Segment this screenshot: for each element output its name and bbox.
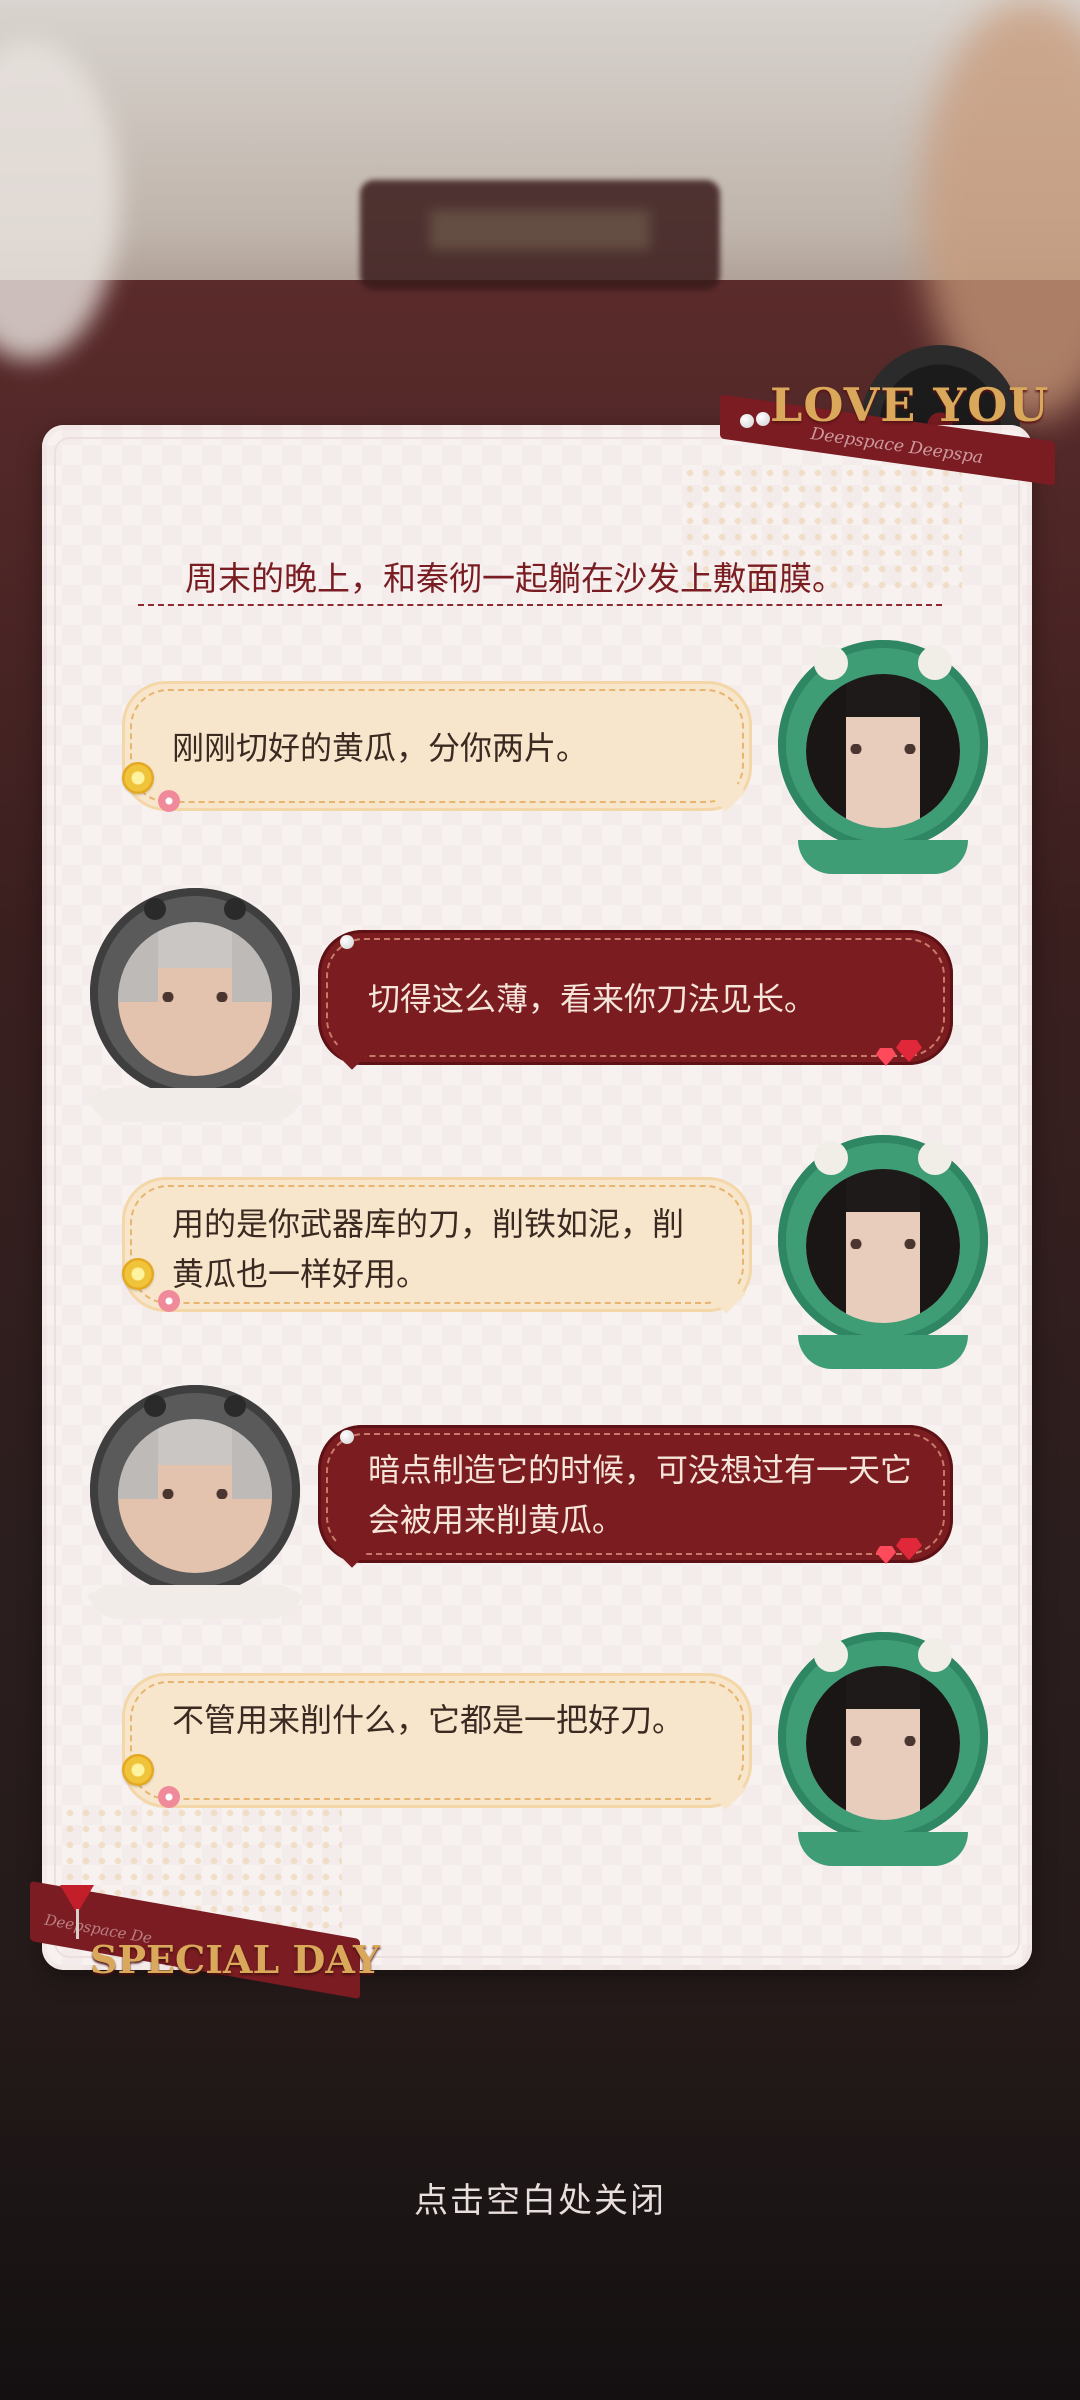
avatar-hair: [920, 674, 960, 828]
message-bubble-him: 暗点制造它的时候，可没想过有一天它会被用来削黄瓜。: [318, 1425, 953, 1563]
ribbon-title: LOVE YOU: [770, 378, 1050, 432]
hood-eye-icon: [224, 898, 246, 920]
avatar-face: [806, 1169, 960, 1323]
letter-header: 周末的晚上，和秦彻一起躺在沙发上敷面膜。: [185, 559, 845, 598]
ribbon-title: SPECIAL DAY: [90, 1937, 381, 1982]
message-text: 刚刚切好的黄瓜，分你两片。: [172, 729, 589, 767]
avatar-him: [86, 1385, 304, 1619]
avatar-eyes: [158, 992, 232, 1002]
pearl-icon: [756, 412, 770, 426]
coin-badge-icon: [122, 1754, 154, 1786]
pearl-icon: [340, 935, 354, 949]
message-text: 暗点制造它的时候，可没想过有一天它会被用来削黄瓜。: [368, 1451, 913, 1539]
flower-badge-icon: [158, 790, 180, 812]
love-you-ribbon: Deepspace Deepspa LOVE YOU: [700, 378, 1055, 488]
avatar-hair: [232, 922, 272, 1002]
hood-collar: [86, 1088, 304, 1122]
avatar-face: [806, 1666, 960, 1820]
avatar-hair: [118, 1419, 158, 1499]
coin-badge-icon: [122, 762, 154, 794]
hood-collar: [798, 1335, 968, 1369]
avatar-her: [778, 640, 988, 874]
avatar-face: [118, 1419, 272, 1573]
flower-badge-icon: [158, 1290, 180, 1312]
message-text: 切得这么薄，看来你刀法见长。: [368, 980, 817, 1018]
avatar-hair: [806, 674, 846, 828]
hood-eye-icon: [224, 1395, 246, 1417]
background-sign-text: [430, 210, 650, 250]
avatar-eyes: [846, 1239, 920, 1249]
close-hint[interactable]: 点击空白处关闭: [0, 2173, 1080, 2222]
avatar-eyes: [846, 1736, 920, 1746]
avatar-hair: [806, 1169, 846, 1323]
avatar-eyes: [158, 1489, 232, 1499]
header-divider: [138, 604, 942, 606]
avatar-hair: [806, 1666, 846, 1820]
message-bubble-her: 刚刚切好的黄瓜，分你两片。: [122, 681, 752, 811]
pearl-icon: [340, 1430, 354, 1444]
avatar-hair: [920, 1169, 960, 1323]
hood-collar: [86, 1585, 304, 1619]
message-text: 用的是你武器库的刀，削铁如泥，削黄瓜也一样好用。: [172, 1205, 685, 1293]
hood-eye-icon: [144, 898, 166, 920]
avatar-him: [86, 888, 304, 1122]
glass-stem: [76, 1909, 79, 1939]
cocktail-glass-icon: [60, 1885, 94, 1945]
message-text: 不管用来削什么，它都是一把好刀。: [172, 1701, 685, 1739]
message-bubble-him: 切得这么薄，看来你刀法见长。: [318, 930, 953, 1065]
hood-eye-icon: [144, 1395, 166, 1417]
avatar-face: [118, 922, 272, 1076]
hood-collar: [798, 840, 968, 874]
message-bubble-her: 不管用来削什么，它都是一把好刀。: [122, 1673, 752, 1808]
glass-cup: [60, 1885, 94, 1911]
avatar-hair: [920, 1666, 960, 1820]
pearl-icon: [740, 414, 754, 428]
hood-collar: [798, 1832, 968, 1866]
avatar-her: [778, 1632, 988, 1866]
message-bubble-her: 用的是你武器库的刀，削铁如泥，削黄瓜也一样好用。: [122, 1177, 752, 1312]
avatar-eyes: [846, 744, 920, 754]
avatar-face: [806, 674, 960, 828]
avatar-her: [778, 1135, 988, 1369]
avatar-hair: [232, 1419, 272, 1499]
avatar-hair: [118, 922, 158, 1002]
coin-badge-icon: [122, 1258, 154, 1290]
flower-badge-icon: [158, 1786, 180, 1808]
